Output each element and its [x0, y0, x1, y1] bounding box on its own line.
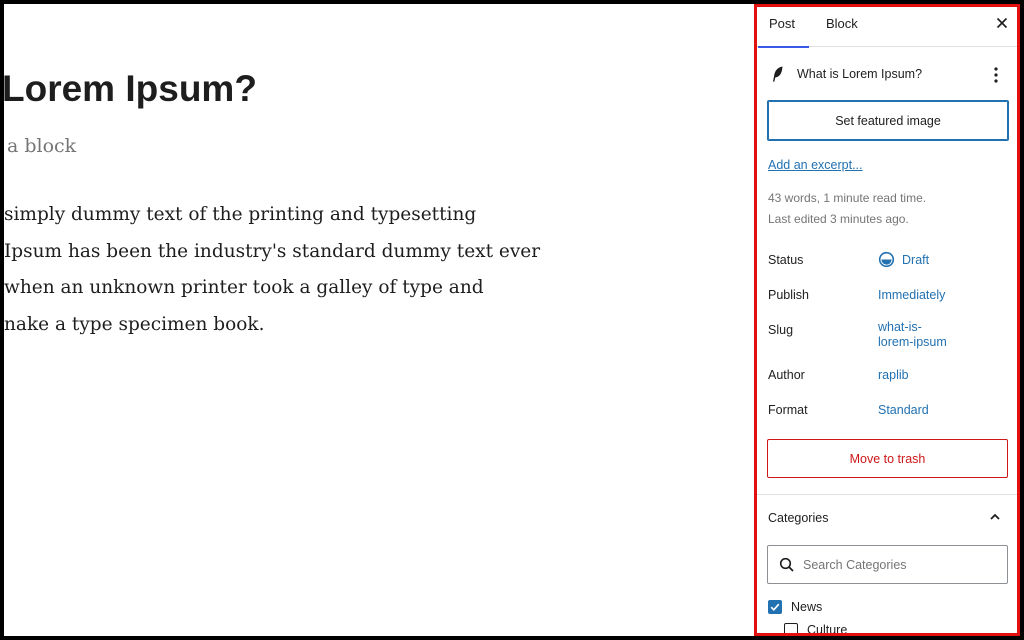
- search-icon: [779, 557, 794, 572]
- format-label: Format: [768, 403, 808, 417]
- category-search-input[interactable]: [803, 557, 993, 572]
- window-frame: Lorem Ipsum? a block simply dummy text o…: [4, 4, 1020, 636]
- slug-value[interactable]: what-is- lorem-ipsum: [878, 320, 947, 350]
- editor-canvas[interactable]: Lorem Ipsum? a block simply dummy text o…: [4, 4, 754, 636]
- tab-post[interactable]: Post: [757, 7, 810, 48]
- author-value[interactable]: raplib: [878, 368, 909, 382]
- post-title[interactable]: Lorem Ipsum?: [4, 68, 257, 110]
- paragraph-line: when an unknown printer took a galley of…: [4, 277, 484, 299]
- slug-value-line: lorem-ipsum: [878, 335, 947, 349]
- categories-heading[interactable]: Categories: [768, 511, 828, 525]
- chevron-up-icon: [990, 513, 1000, 520]
- publish-value[interactable]: Immediately: [878, 288, 945, 302]
- status-label: Status: [768, 253, 804, 267]
- post-summary-title: What is Lorem Ipsum?: [797, 67, 923, 81]
- status-value[interactable]: Draft: [878, 251, 929, 268]
- category-item-culture[interactable]: Culture: [784, 623, 848, 636]
- author-label: Author: [768, 368, 805, 382]
- sidebar-tabs: Post Block: [757, 7, 1017, 48]
- slug-label: Slug: [768, 323, 794, 337]
- post-actions-button[interactable]: [989, 65, 1003, 85]
- category-label: News: [791, 600, 823, 614]
- category-checkbox[interactable]: [784, 623, 798, 633]
- category-checkbox[interactable]: [768, 600, 782, 614]
- status-value-text: Draft: [902, 252, 930, 267]
- categories-toggle-button[interactable]: [988, 510, 1002, 524]
- close-icon: [996, 17, 1008, 29]
- add-excerpt-link[interactable]: Add an excerpt...: [768, 158, 863, 172]
- format-value[interactable]: Standard: [878, 403, 929, 417]
- category-label: Culture: [807, 623, 848, 636]
- paragraph-line: Ipsum has been the industry's standard d…: [4, 240, 541, 262]
- block-placeholder[interactable]: a block: [7, 135, 76, 157]
- paragraph-block[interactable]: simply dummy text of the printing and ty…: [4, 197, 754, 343]
- last-edited-text: Last edited 3 minutes ago.: [768, 212, 909, 226]
- paragraph-line: nake a type specimen book.: [4, 313, 265, 335]
- set-featured-image-button[interactable]: Set featured image: [767, 100, 1009, 141]
- move-to-trash-button[interactable]: Move to trash: [767, 439, 1008, 478]
- settings-sidebar: Post Block What is Lorem Ipsum? Set feat…: [754, 4, 1020, 636]
- paragraph-line: simply dummy text of the printing and ty…: [4, 204, 477, 225]
- post-summary: What is Lorem Ipsum?: [771, 65, 922, 83]
- feather-icon: [773, 66, 783, 82]
- divider: [757, 494, 1017, 495]
- word-count-text: 43 words, 1 minute read time.: [768, 191, 927, 205]
- publish-label: Publish: [768, 288, 809, 302]
- draft-icon: [878, 251, 895, 268]
- slug-value-line: what-is-: [878, 320, 922, 334]
- tab-block[interactable]: Block: [826, 7, 858, 47]
- category-search: [767, 545, 1008, 584]
- category-item-news[interactable]: News: [768, 600, 822, 614]
- more-vertical-icon: [994, 67, 998, 83]
- close-sidebar-button[interactable]: [994, 15, 1010, 31]
- checkmark-icon: [770, 603, 780, 612]
